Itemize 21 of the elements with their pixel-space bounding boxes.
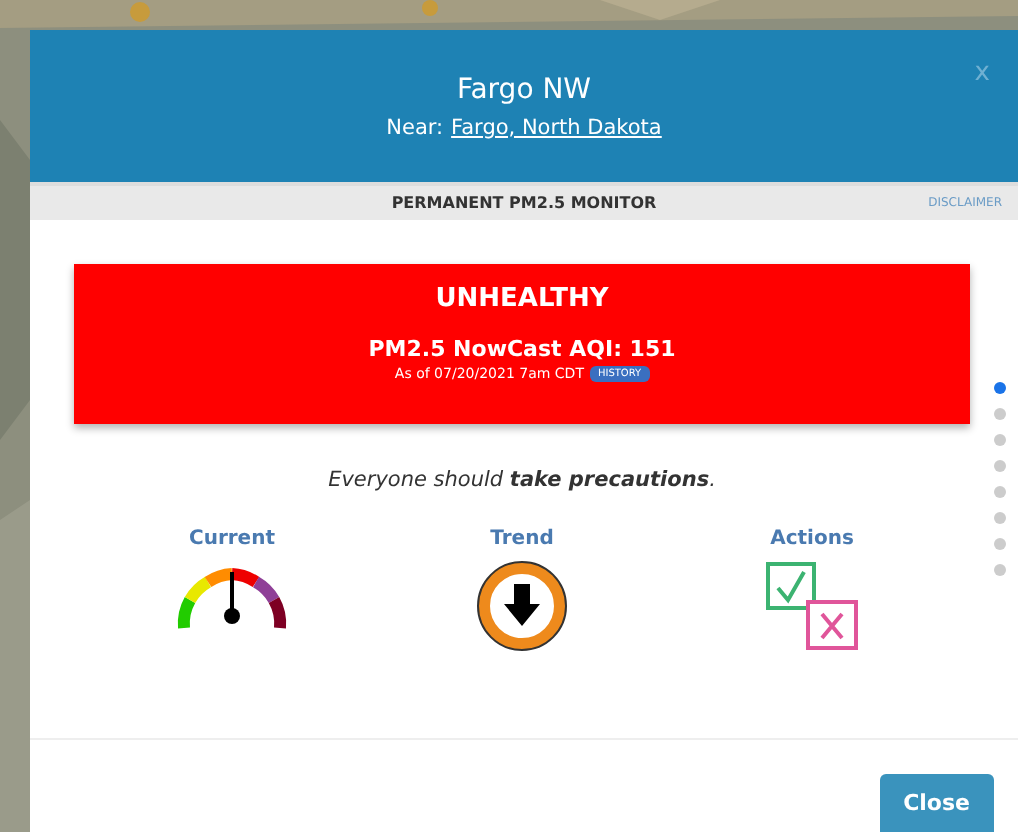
page-dot[interactable] [994, 460, 1006, 472]
panel-label: Trend [490, 528, 554, 550]
station-title: Fargo NW [456, 73, 592, 105]
page-dot[interactable] [994, 434, 1006, 446]
page-dot[interactable] [994, 382, 1006, 394]
page-dot[interactable] [994, 408, 1006, 420]
panel-label: Current [188, 528, 275, 550]
location-link[interactable]: Fargo, North Dakota [451, 115, 662, 139]
page-dot[interactable] [994, 538, 1006, 550]
page-dot[interactable] [994, 486, 1006, 498]
aqi-value: PM2.5 NowCast AQI: 151 [368, 336, 676, 362]
aqi-category: UNHEALTHY [435, 284, 609, 314]
near-label: Near: [386, 115, 444, 139]
down-arrow-icon[interactable] [476, 560, 568, 652]
checklist-icon[interactable] [764, 560, 860, 652]
close-button[interactable]: Close [879, 774, 994, 832]
page-dot[interactable] [994, 512, 1006, 524]
page-dot[interactable] [994, 564, 1006, 576]
monitor-type: PERMANENT PM2.5 MONITOR [391, 194, 657, 212]
panel-label: Actions [770, 528, 854, 550]
advice-text: Everyone should take precautions. [326, 468, 718, 492]
